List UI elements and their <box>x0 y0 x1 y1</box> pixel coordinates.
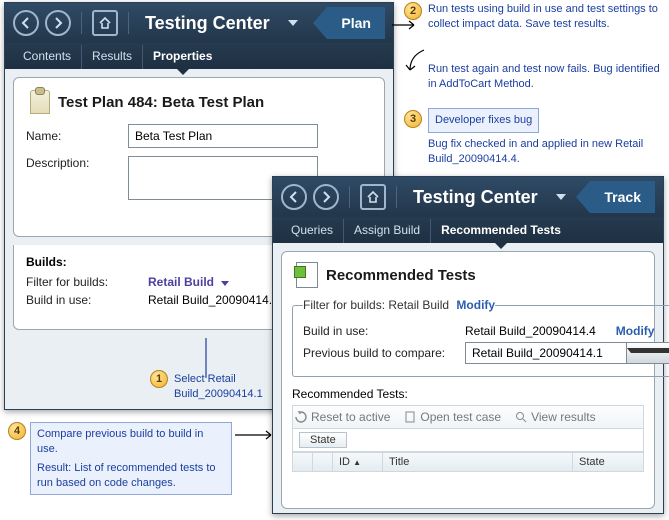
open-test-case-button[interactable]: Open test case <box>404 410 501 424</box>
prev-build-label: Previous build to compare: <box>303 346 453 360</box>
separator <box>396 186 397 208</box>
chevron-down-icon[interactable] <box>556 194 566 200</box>
subnav-contents[interactable]: Contents <box>13 45 82 69</box>
tab-plan[interactable]: Plan <box>327 7 385 39</box>
col-id[interactable]: ID ▲ <box>333 453 383 471</box>
annotation-3b-text: Bug fix checked in and applied in new Re… <box>428 137 648 167</box>
reset-to-active-button[interactable]: Reset to active <box>295 410 390 424</box>
annotation-marker-2: 2 <box>404 2 422 20</box>
filter-legend: Filter for builds: Retail Build Modify <box>303 298 495 312</box>
panel-title-text: Recommended Tests <box>326 267 476 284</box>
build-in-use-value: Retail Build_20090414.1 <box>148 293 279 307</box>
view-results-button[interactable]: View results <box>515 410 595 424</box>
build-in-use-label: Build in use: <box>303 324 453 338</box>
name-label: Name: <box>26 129 116 143</box>
home-button[interactable] <box>360 184 386 210</box>
sort-asc-icon: ▲ <box>353 458 361 467</box>
panel-title-text: Test Plan 484: Beta Test Plan <box>58 94 264 111</box>
filter-value: Retail Build <box>148 275 214 289</box>
grid-header: ID ▲ Title State <box>292 452 644 472</box>
prev-build-value: Retail Build_20090414.1 <box>466 343 626 363</box>
annotation-4a-text: Compare previous build to build in use. <box>37 427 225 457</box>
separator <box>128 12 129 34</box>
clipboard-icon <box>30 90 50 114</box>
home-button[interactable] <box>92 10 118 36</box>
recommended-tests-label: Recommended Tests: <box>292 387 644 401</box>
filter-dropdown[interactable]: Retail Build <box>148 275 229 289</box>
chevron-down-icon[interactable] <box>288 20 298 26</box>
annotation-marker-4: 4 <box>8 422 26 440</box>
annotation-marker-3: 3 <box>404 110 422 128</box>
prev-build-combo[interactable]: Retail Build_20090414.1 <box>465 342 669 364</box>
description-label: Description: <box>26 156 116 170</box>
filter-label: Filter for builds: <box>26 275 136 289</box>
panel-title: Test Plan 484: Beta Test Plan <box>30 90 372 114</box>
refresh-icon <box>295 411 307 423</box>
forward-button[interactable] <box>45 10 71 36</box>
subnav-properties[interactable]: Properties <box>143 45 222 69</box>
state-filter-button[interactable]: State <box>299 432 347 448</box>
build-in-use-value: Retail Build_20090414.4 <box>465 324 596 338</box>
col-title[interactable]: Title <box>383 453 573 471</box>
separator <box>349 186 350 208</box>
col-state[interactable]: State <box>573 453 643 471</box>
forward-button[interactable] <box>313 184 339 210</box>
build-in-use-label: Build in use: <box>26 293 136 307</box>
subnav-assign-build[interactable]: Assign Build <box>344 219 431 243</box>
back-button[interactable] <box>281 184 307 210</box>
chevron-down-icon[interactable] <box>626 343 669 363</box>
modify-build-link[interactable]: Modify <box>616 324 655 338</box>
filter-fieldset: Filter for builds: Retail Build Modify B… <box>292 298 669 377</box>
annotation-2a-text: Run tests using build in use and test se… <box>428 2 659 32</box>
tab-track[interactable]: Track <box>590 181 655 213</box>
name-input[interactable] <box>128 124 318 148</box>
tab-pointer-icon <box>576 181 590 213</box>
document-icon <box>296 262 318 288</box>
tab-pointer-icon <box>313 7 327 39</box>
col-icon <box>313 453 333 471</box>
document-icon <box>404 411 416 423</box>
separator <box>81 12 82 34</box>
app-title: Testing Center <box>139 13 276 34</box>
modify-filter-link[interactable]: Modify <box>456 298 495 312</box>
annotation-marker-1: 1 <box>150 370 168 388</box>
recommended-tests-panel: Recommended Tests Filter for builds: Ret… <box>281 251 655 509</box>
subnav-results[interactable]: Results <box>82 45 143 69</box>
app-title: Testing Center <box>407 187 544 208</box>
annotation-4b-text: Result: List of recommended tests to run… <box>37 461 225 491</box>
back-button[interactable] <box>13 10 39 36</box>
annotation-2b-text: Run test again and test now fails. Bug i… <box>428 62 660 92</box>
grid-toolbar: Reset to active Open test case View resu… <box>292 405 644 428</box>
search-icon <box>515 411 527 423</box>
col-checkbox[interactable] <box>293 453 313 471</box>
annotation-3a-text: Developer fixes bug <box>428 108 539 133</box>
panel-title: Recommended Tests <box>296 262 644 288</box>
subnav-queries[interactable]: Queries <box>281 219 344 243</box>
chevron-down-icon <box>221 281 229 286</box>
subnav-recommended-tests[interactable]: Recommended Tests <box>431 219 571 243</box>
